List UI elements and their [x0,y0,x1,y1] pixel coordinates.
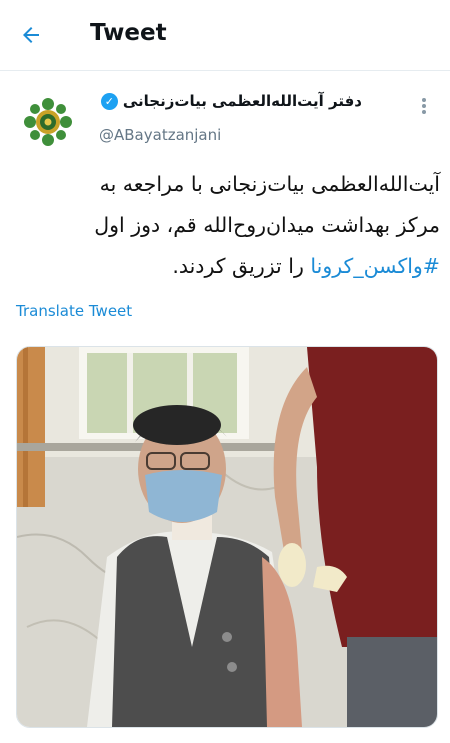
author-name-line[interactable]: دفتر آیت‌الله‌العظمی بیات‌زنجانی ✓ [100,92,362,110]
arrow-left-icon [23,27,39,43]
tweet-author-row: دفتر آیت‌الله‌العظمی بیات‌زنجانی ✓ @ABay… [0,78,450,158]
back-button[interactable] [14,18,48,52]
vaccination-photo [17,347,437,727]
translate-tweet-link[interactable]: Translate Tweet [16,302,132,320]
tweet-line-1: آیت‌الله‌العظمی بیات‌زنجانی با مراجعه به [99,172,440,196]
tweet-line-3: #واکسن_کرونا را تزریق کردند. [16,246,440,287]
hashtag-link[interactable]: #واکسن_کرونا [310,254,440,278]
page-title: Tweet [90,20,167,46]
avatar[interactable] [20,94,76,150]
logo-seal-icon [21,95,75,149]
verified-badge-icon: ✓ [100,92,118,110]
tweet-line-3-text: را تزریق کردند. [172,254,304,278]
author-display-name[interactable]: دفتر آیت‌الله‌العظمی بیات‌زنجانی [123,92,362,110]
tweet-text: آیت‌الله‌العظمی بیات‌زنجانی با مراجعه به… [16,164,440,287]
author-handle[interactable]: @ABayatzanjani [99,126,221,144]
more-vertical-icon[interactable] [414,96,434,116]
top-bar: Tweet [0,0,450,71]
tweet-photo[interactable] [16,346,438,728]
tweet-line-2: مرکز بهداشت میدان‌روح‌الله قم، دوز اول [94,213,440,237]
